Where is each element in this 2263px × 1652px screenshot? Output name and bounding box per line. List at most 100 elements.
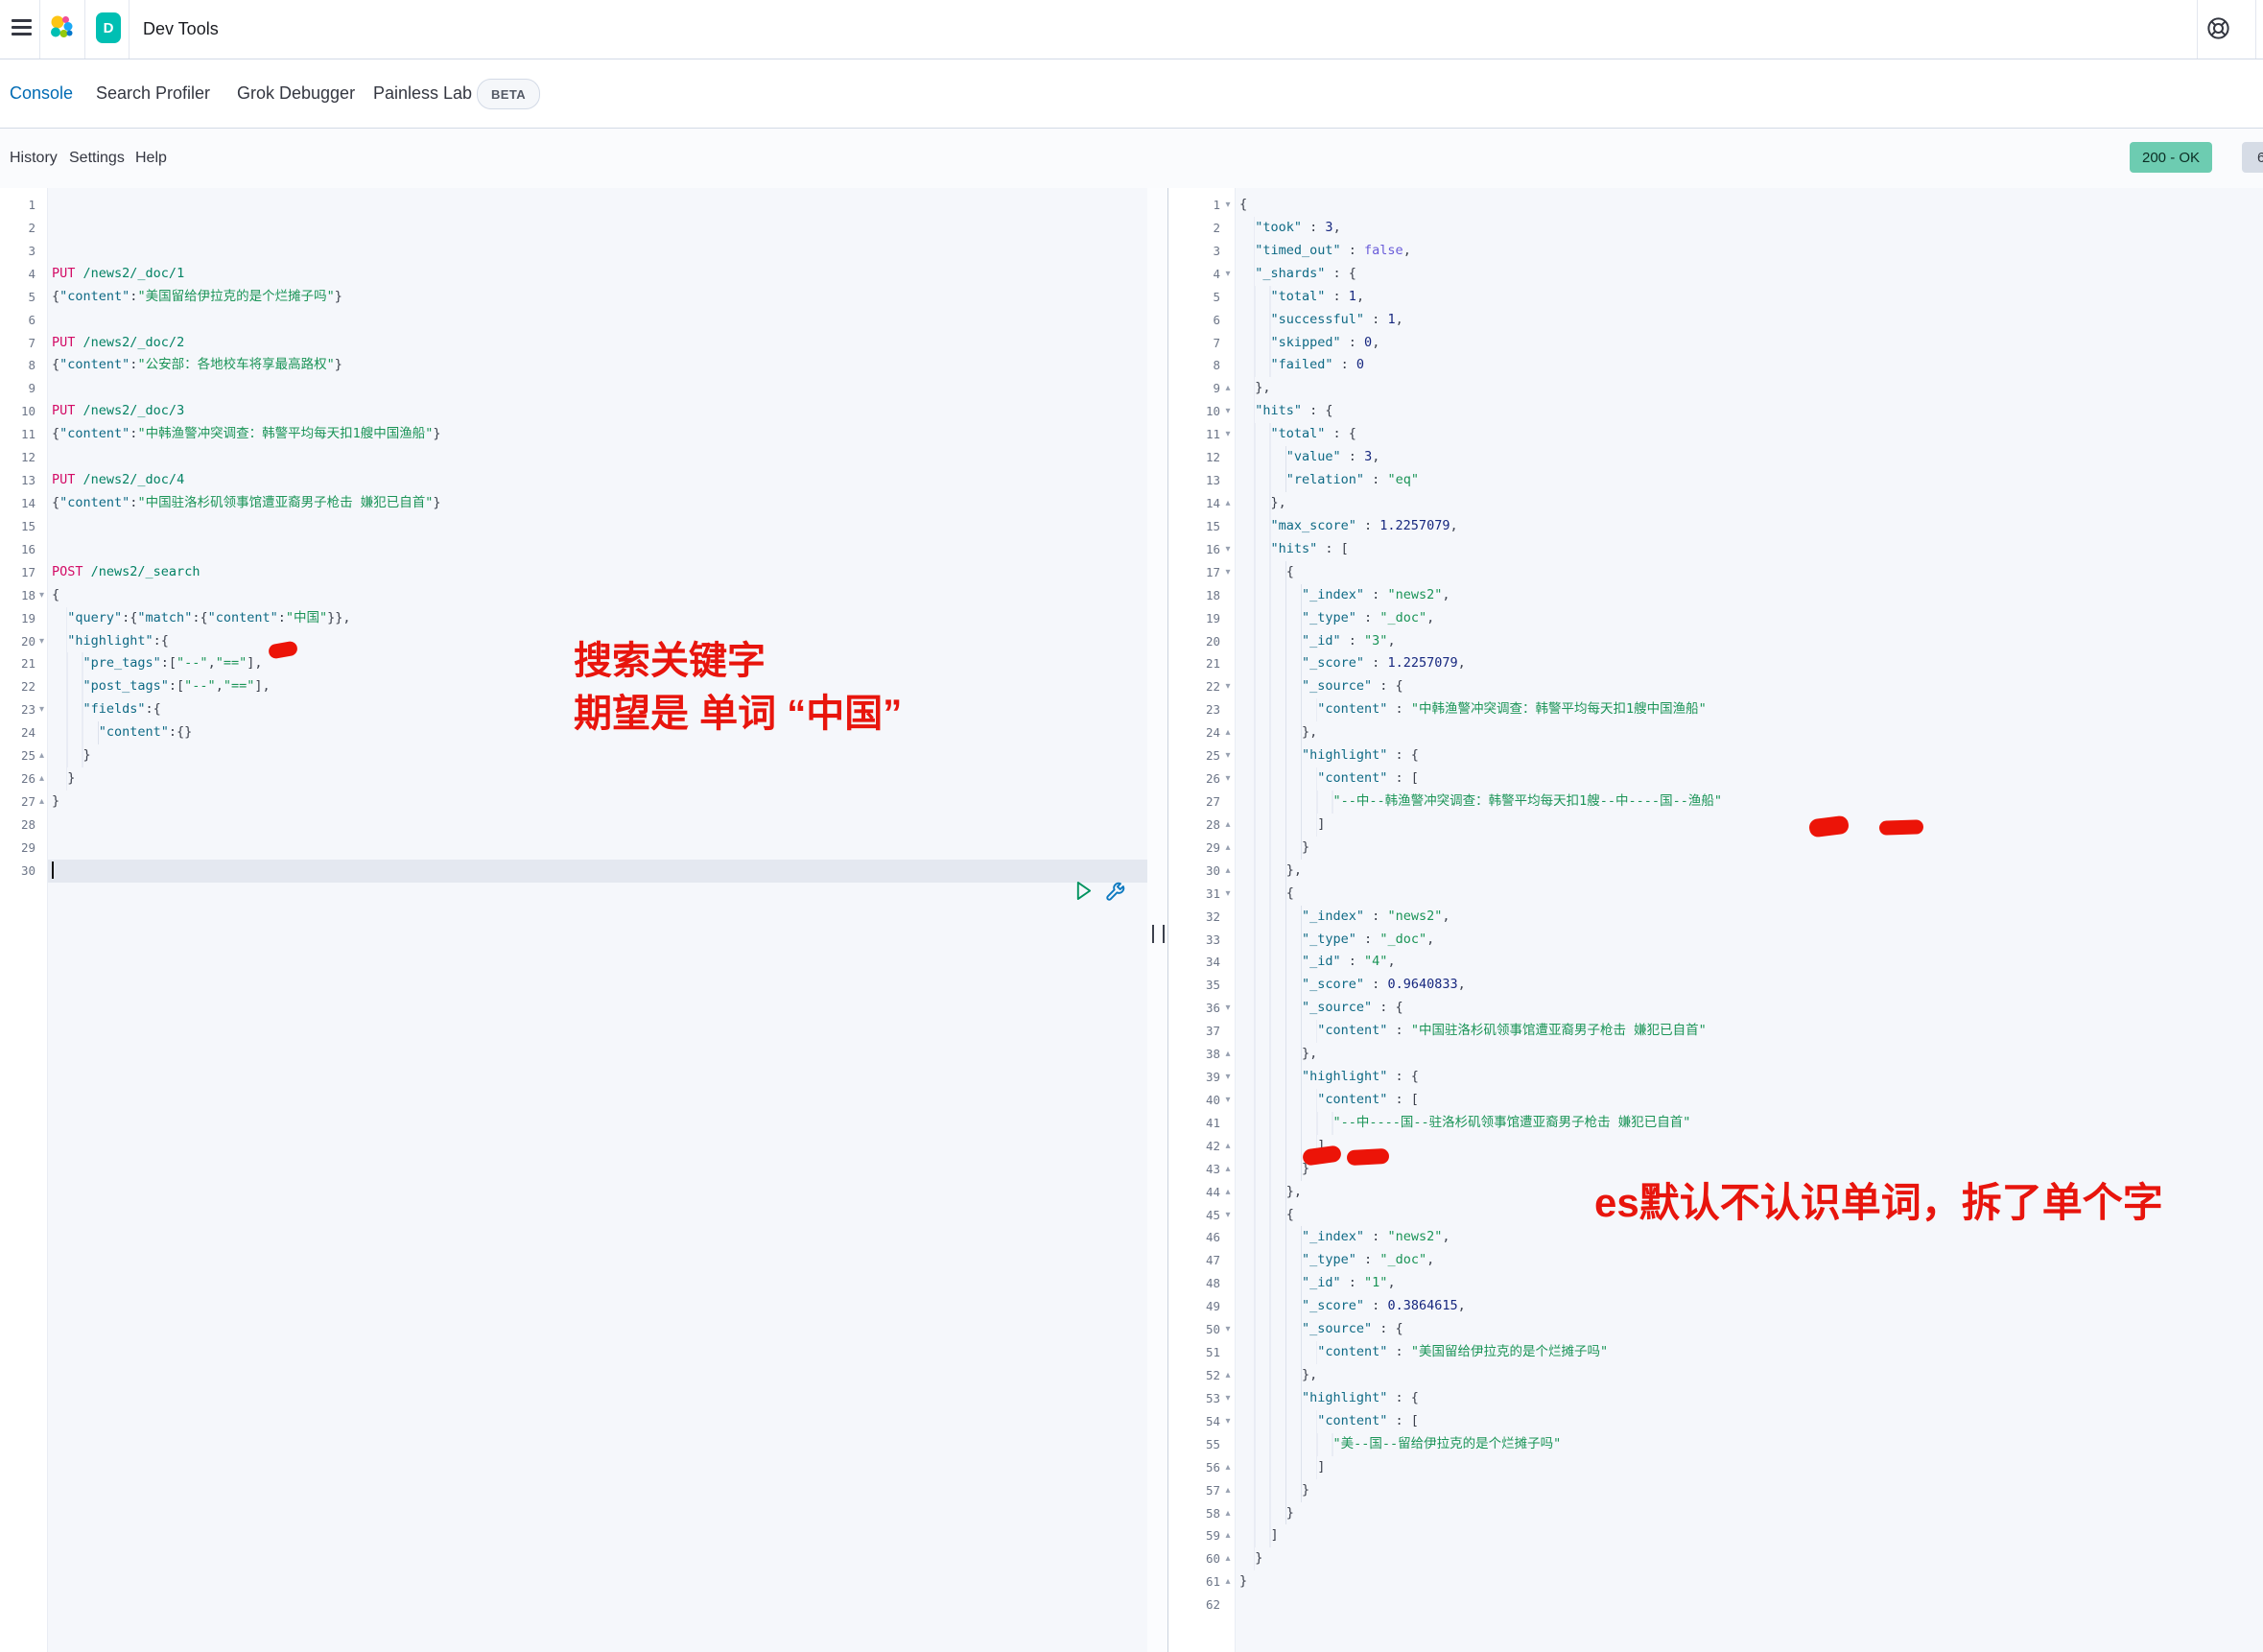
code-line[interactable]: 61▴} <box>1168 1570 2263 1593</box>
code-line-content[interactable]: ] <box>1236 814 2263 837</box>
code-line-content[interactable] <box>48 377 1147 400</box>
fold-toggle-icon[interactable]: ▴ <box>1220 492 1236 515</box>
code-line[interactable]: 57▴} <box>1168 1479 2263 1502</box>
fold-toggle-icon[interactable]: ▾ <box>1220 1089 1236 1112</box>
code-line-content[interactable]: } <box>1236 837 2263 860</box>
code-line-content[interactable]: "_index" : "news2", <box>1236 1226 2263 1249</box>
code-line-content[interactable]: "_type" : "_doc", <box>1236 1249 2263 1272</box>
fold-toggle-icon[interactable]: ▴ <box>1220 1570 1236 1593</box>
request-editor[interactable]: 1234PUT /news2/_doc/15{"content":"美国留给伊拉… <box>0 188 1147 1652</box>
code-line-content[interactable]: }, <box>1236 1043 2263 1066</box>
code-line-content[interactable]: { <box>1236 194 2263 217</box>
fold-toggle-icon[interactable]: ▾ <box>1220 538 1236 561</box>
code-line[interactable]: 50▾"_source" : { <box>1168 1318 2263 1341</box>
code-line-content[interactable]: {"content":"美国留给伊拉克的是个烂摊子吗"} <box>48 286 1147 309</box>
fold-toggle-icon[interactable]: ▾ <box>1220 767 1236 791</box>
code-line[interactable]: 38▴}, <box>1168 1043 2263 1066</box>
code-line[interactable]: 30▴}, <box>1168 860 2263 883</box>
fold-toggle-icon[interactable]: ▾ <box>35 630 48 653</box>
code-line-content[interactable] <box>48 837 1147 860</box>
code-line[interactable]: 4▾"_shards" : { <box>1168 263 2263 286</box>
menu-icon[interactable] <box>12 19 32 35</box>
fold-toggle-icon[interactable]: ▴ <box>1220 1524 1236 1547</box>
fold-toggle-icon[interactable]: ▾ <box>1220 1204 1236 1227</box>
code-line[interactable]: 11▾"total" : { <box>1168 423 2263 446</box>
code-line[interactable]: 25▾"highlight" : { <box>1168 744 2263 767</box>
fold-toggle-icon[interactable]: ▾ <box>1220 423 1236 446</box>
code-line[interactable]: 12"value" : 3, <box>1168 446 2263 469</box>
fold-toggle-icon[interactable]: ▴ <box>35 744 48 767</box>
code-line-content[interactable]: "美--国--留给伊拉克的是个烂摊子吗" <box>1236 1433 2263 1456</box>
code-line[interactable]: 47"_type" : "_doc", <box>1168 1249 2263 1272</box>
code-line[interactable]: 52▴}, <box>1168 1364 2263 1387</box>
code-line[interactable]: 30 <box>0 860 1147 883</box>
tab-console[interactable]: Console <box>10 59 73 128</box>
code-line[interactable]: 59▴] <box>1168 1524 2263 1547</box>
code-line-content[interactable]: { <box>48 584 1147 607</box>
code-line[interactable]: 20"_id" : "3", <box>1168 630 2263 653</box>
help-icon[interactable] <box>2205 15 2231 46</box>
code-line[interactable]: 5"total" : 1, <box>1168 286 2263 309</box>
code-line-content[interactable]: "highlight" : { <box>1236 744 2263 767</box>
code-line-content[interactable]: "max_score" : 1.2257079, <box>1236 515 2263 538</box>
code-line[interactable]: 3"timed_out" : false, <box>1168 240 2263 263</box>
code-line-content[interactable]: "content" : [ <box>1236 1089 2263 1112</box>
resize-handle[interactable] <box>1152 925 1165 943</box>
code-line-content[interactable]: {"content":"中韩渔警冲突调查：韩警平均每天扣1艘中国渔船"} <box>48 423 1147 446</box>
code-line-content[interactable]: } <box>1236 1547 2263 1570</box>
code-line-content[interactable]: { <box>1236 561 2263 584</box>
code-line[interactable]: 13"relation" : "eq" <box>1168 469 2263 492</box>
fold-toggle-icon[interactable]: ▴ <box>1220 837 1236 860</box>
code-line-content[interactable]: "_id" : "4", <box>1236 951 2263 974</box>
code-line-content[interactable]: ] <box>1236 1456 2263 1479</box>
code-line-content[interactable]: "highlight" : { <box>1236 1066 2263 1089</box>
code-line-content[interactable]: "_index" : "news2", <box>1236 584 2263 607</box>
code-line[interactable]: 12 <box>0 446 1147 469</box>
code-line[interactable]: 10PUT /news2/_doc/3 <box>0 400 1147 423</box>
code-line[interactable]: 34"_id" : "4", <box>1168 951 2263 974</box>
fold-toggle-icon[interactable]: ▴ <box>1220 1547 1236 1570</box>
code-line-content[interactable]: } <box>1236 1502 2263 1525</box>
code-line[interactable]: 62 <box>1168 1593 2263 1617</box>
code-line[interactable]: 19"query":{"match":{"content":"中国"}}, <box>0 607 1147 630</box>
elastic-logo[interactable] <box>48 14 75 41</box>
settings-menu[interactable]: Settings <box>69 129 125 188</box>
code-line[interactable]: 19"_type" : "_doc", <box>1168 607 2263 630</box>
fold-toggle-icon[interactable]: ▾ <box>1220 263 1236 286</box>
code-line-content[interactable]: "timed_out" : false, <box>1236 240 2263 263</box>
code-line[interactable]: 1▾{ <box>1168 194 2263 217</box>
code-line[interactable]: 3 <box>0 240 1147 263</box>
code-line[interactable]: 37"content" : "中国驻洛杉矶领事馆遭亚裔男子枪击 嫌犯已自首" <box>1168 1020 2263 1043</box>
code-line[interactable]: 7PUT /news2/_doc/2 <box>0 332 1147 355</box>
code-line[interactable]: 60▴} <box>1168 1547 2263 1570</box>
code-line-content[interactable]: } <box>1236 1570 2263 1593</box>
fold-toggle-icon[interactable]: ▴ <box>1220 1135 1236 1158</box>
code-line[interactable]: 14▴}, <box>1168 492 2263 515</box>
history-menu[interactable]: History <box>10 129 58 188</box>
code-line[interactable]: 2"took" : 3, <box>1168 217 2263 240</box>
code-line[interactable]: 14{"content":"中国驻洛杉矶领事馆遭亚裔男子枪击 嫌犯已自首"} <box>0 492 1147 515</box>
fold-toggle-icon[interactable]: ▴ <box>1220 1364 1236 1387</box>
fold-toggle-icon[interactable]: ▴ <box>1220 1158 1236 1181</box>
code-line[interactable]: 27"--中--韩渔警冲突调查：韩警平均每天扣1艘--中----国--渔船" <box>1168 791 2263 814</box>
code-line[interactable]: 17POST /news2/_search <box>0 561 1147 584</box>
code-line-content[interactable]: "query":{"match":{"content":"中国"}}, <box>48 607 1147 630</box>
code-line-content[interactable]: }, <box>1236 1364 2263 1387</box>
code-line-content[interactable] <box>48 814 1147 837</box>
code-line[interactable]: 54▾"content" : [ <box>1168 1410 2263 1433</box>
fold-toggle-icon[interactable]: ▾ <box>1220 400 1236 423</box>
code-line[interactable]: 51"content" : "美国留给伊拉克的是个烂摊子吗" <box>1168 1341 2263 1364</box>
fold-toggle-icon[interactable]: ▴ <box>35 791 48 814</box>
code-line[interactable]: 10▾"hits" : { <box>1168 400 2263 423</box>
code-line-content[interactable]: "_source" : { <box>1236 675 2263 698</box>
code-line[interactable]: 56▴] <box>1168 1456 2263 1479</box>
code-line-content[interactable]: "successful" : 1, <box>1236 309 2263 332</box>
fold-toggle-icon[interactable]: ▴ <box>1220 721 1236 744</box>
fold-toggle-icon[interactable]: ▴ <box>1220 1181 1236 1204</box>
code-line[interactable]: 16▾"hits" : [ <box>1168 538 2263 561</box>
code-line-content[interactable]: } <box>48 767 1147 791</box>
fold-toggle-icon[interactable]: ▴ <box>1220 1456 1236 1479</box>
code-line[interactable]: 16 <box>0 538 1147 561</box>
code-line-content[interactable]: "highlight" : { <box>1236 1387 2263 1410</box>
fold-toggle-icon[interactable]: ▴ <box>1220 1479 1236 1502</box>
